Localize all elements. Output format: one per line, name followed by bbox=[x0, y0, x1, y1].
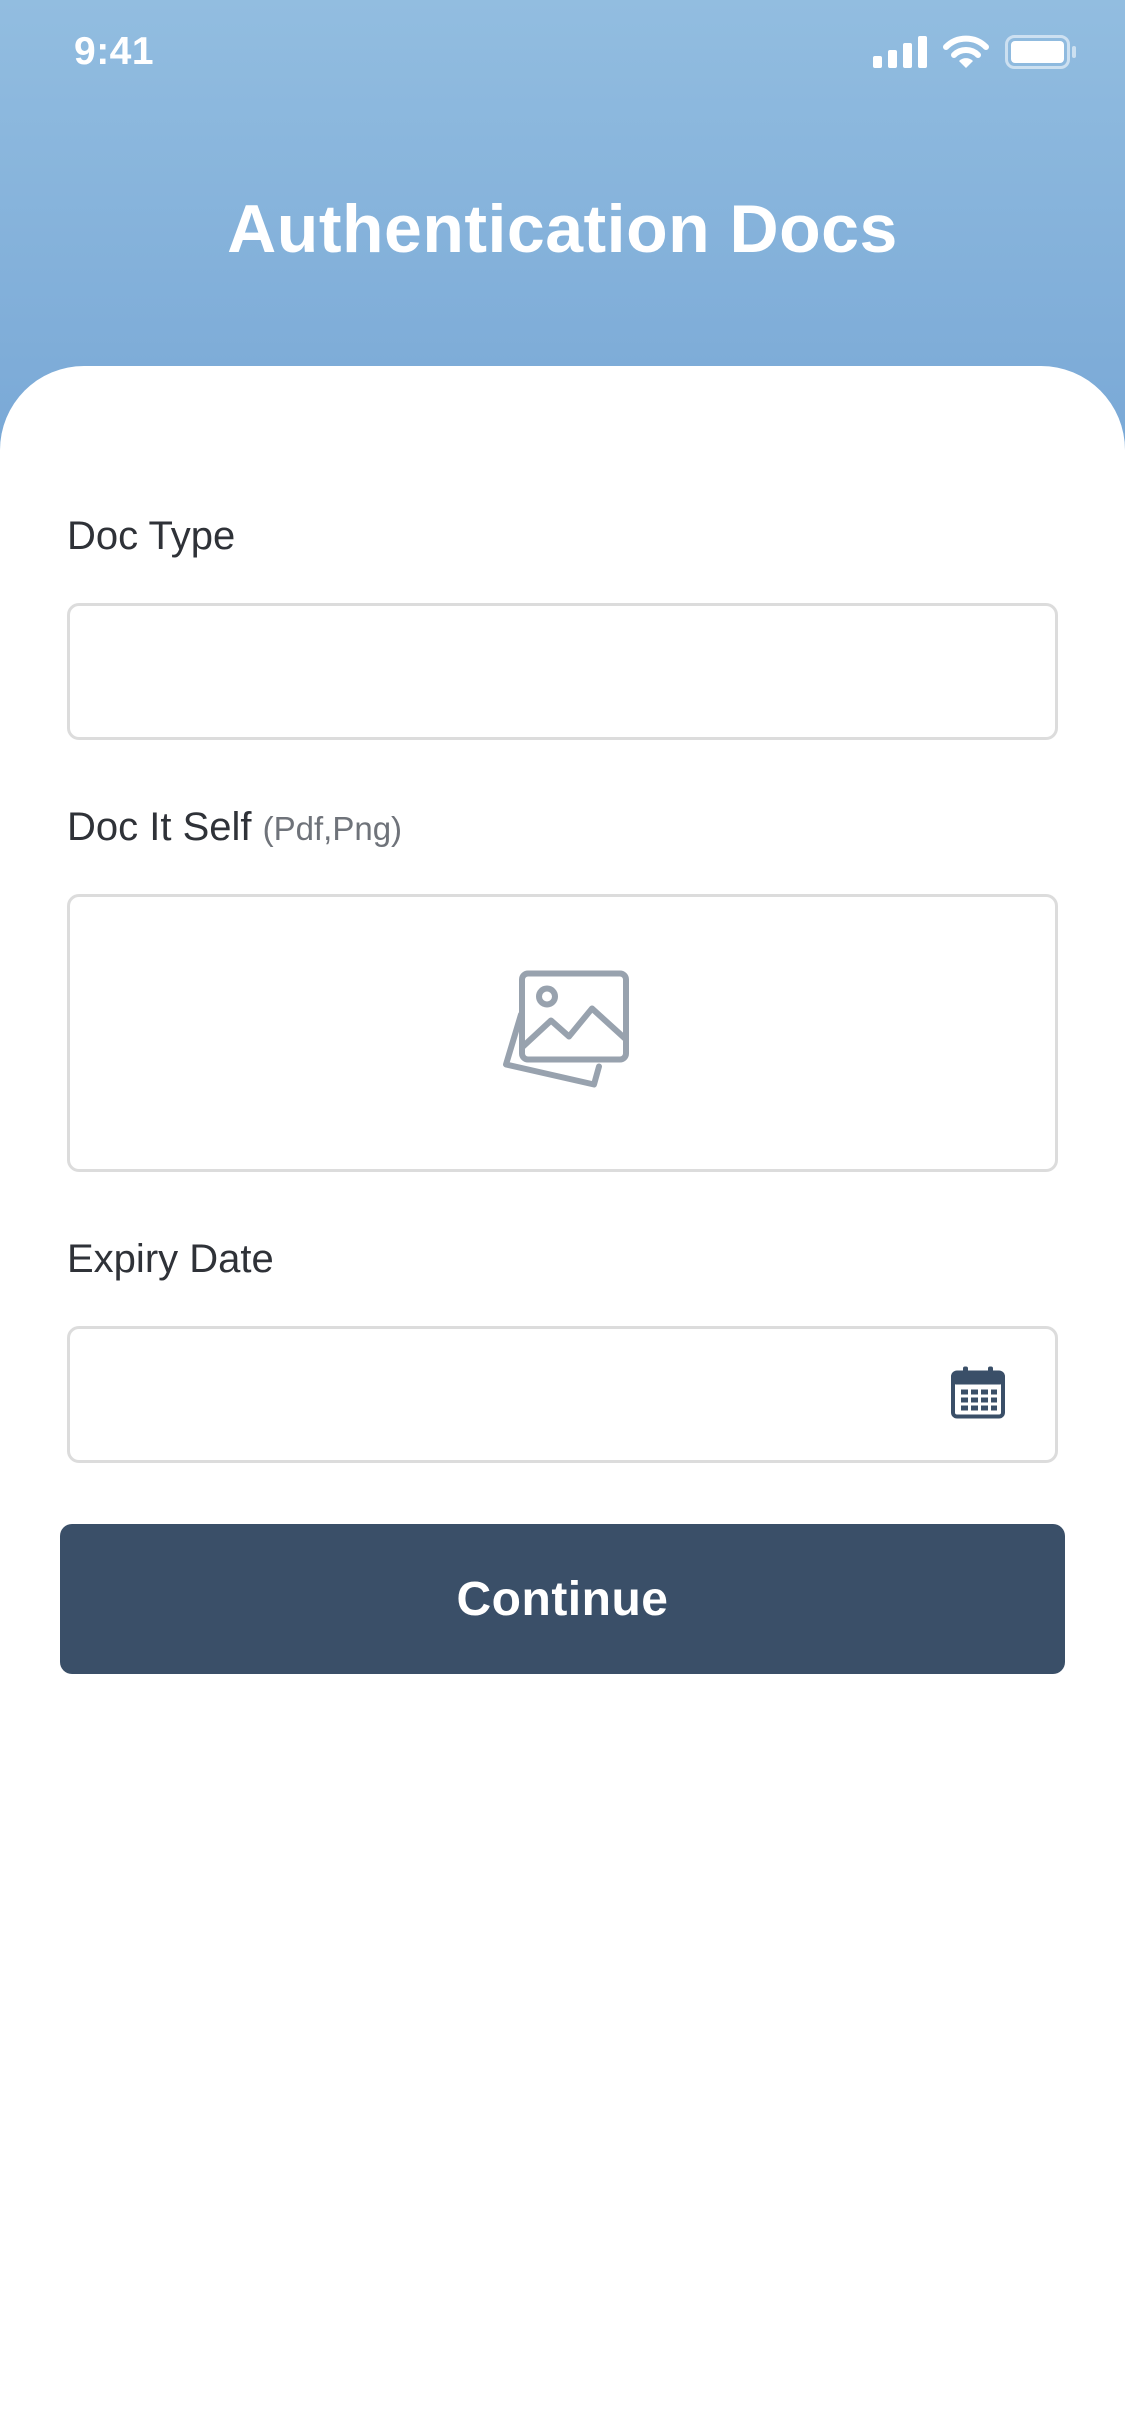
doc-itself-format-hint: (Pdf,Png) bbox=[262, 810, 403, 847]
status-icons bbox=[873, 34, 1077, 70]
image-upload-icon[interactable] bbox=[495, 969, 631, 1098]
doc-type-label: Doc Type bbox=[67, 514, 235, 559]
continue-button-label: Continue bbox=[456, 1572, 669, 1626]
page-title: Authentication Docs bbox=[227, 191, 898, 267]
calendar-icon[interactable] bbox=[951, 1366, 1005, 1423]
wifi-icon bbox=[943, 35, 989, 69]
doc-type-input[interactable] bbox=[98, 606, 958, 737]
expiry-date-label-text: Expiry Date bbox=[67, 1237, 274, 1281]
expiry-date-field[interactable] bbox=[67, 1326, 1058, 1463]
expiry-date-label: Expiry Date bbox=[67, 1237, 274, 1282]
status-time: 9:41 bbox=[74, 30, 155, 73]
status-bar: 9:41 bbox=[0, 0, 1125, 110]
continue-button[interactable]: Continue bbox=[60, 1524, 1065, 1674]
doc-itself-label: Doc It Self (Pdf,Png) bbox=[67, 805, 402, 850]
battery-icon bbox=[1005, 35, 1077, 69]
expiry-date-input[interactable] bbox=[98, 1329, 958, 1460]
doc-type-field[interactable] bbox=[67, 603, 1058, 740]
doc-itself-label-text: Doc It Self bbox=[67, 805, 252, 849]
doc-upload-area[interactable] bbox=[67, 894, 1058, 1172]
doc-type-label-text: Doc Type bbox=[67, 514, 236, 558]
signal-icon bbox=[873, 36, 927, 68]
